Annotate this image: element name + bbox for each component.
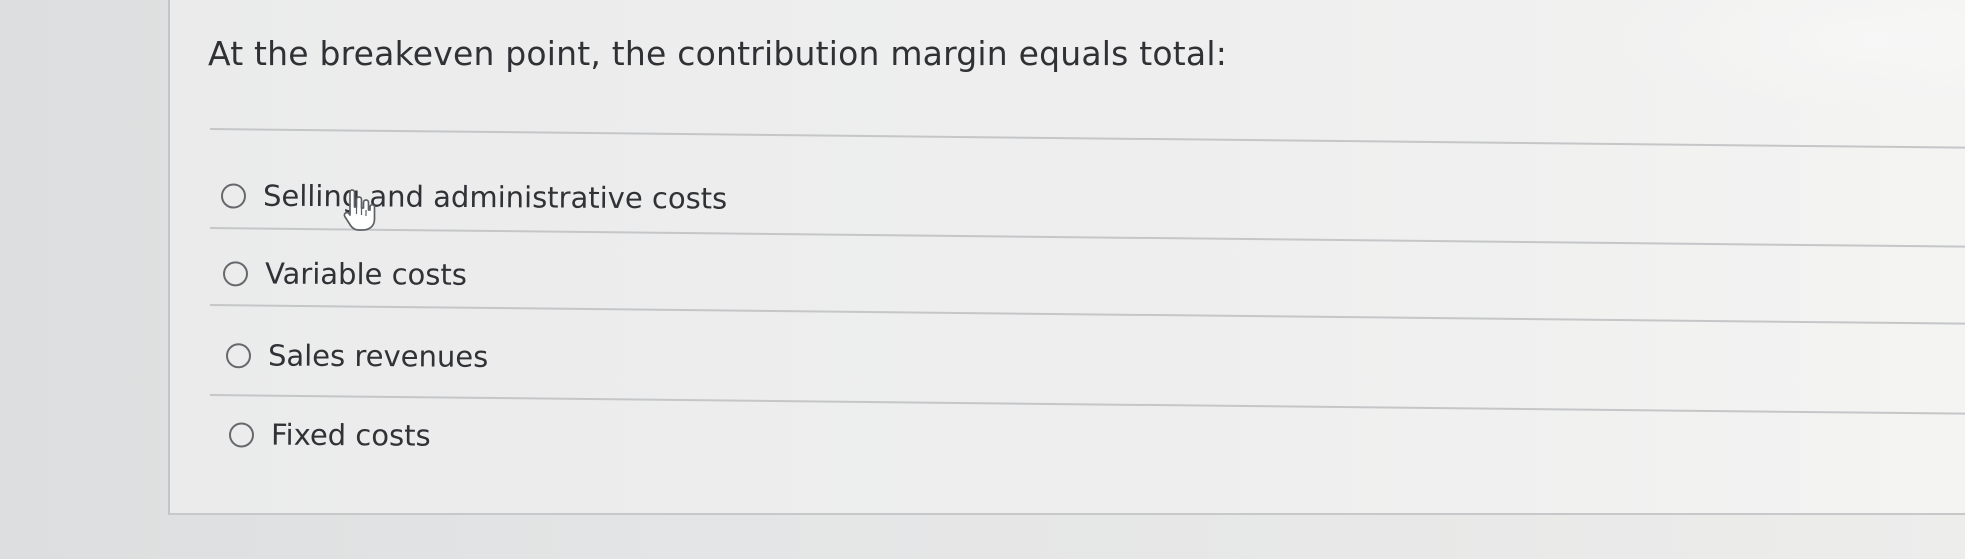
option-label: Selling and administrative costs (262, 178, 728, 216)
answer-option-fixed-costs[interactable]: Fixed costs (228, 410, 431, 459)
answer-option-variable-costs[interactable]: Variable costs (222, 249, 468, 298)
option-label: Fixed costs (270, 417, 431, 453)
radio-button[interactable] (220, 182, 247, 209)
radio-button[interactable] (222, 260, 249, 286)
radio-button[interactable] (225, 342, 252, 368)
answer-option-sales-revenues[interactable]: Sales revenues (225, 331, 489, 381)
radio-button[interactable] (228, 421, 255, 448)
question-text: At the breakeven point, the contribution… (208, 34, 1228, 73)
screen: At the breakeven point, the contribution… (0, 0, 1965, 559)
option-label: Variable costs (264, 256, 468, 292)
answer-option-selling-and-administrative-costs[interactable]: Selling and administrative costs (220, 171, 728, 222)
option-label: Sales revenues (267, 338, 489, 374)
